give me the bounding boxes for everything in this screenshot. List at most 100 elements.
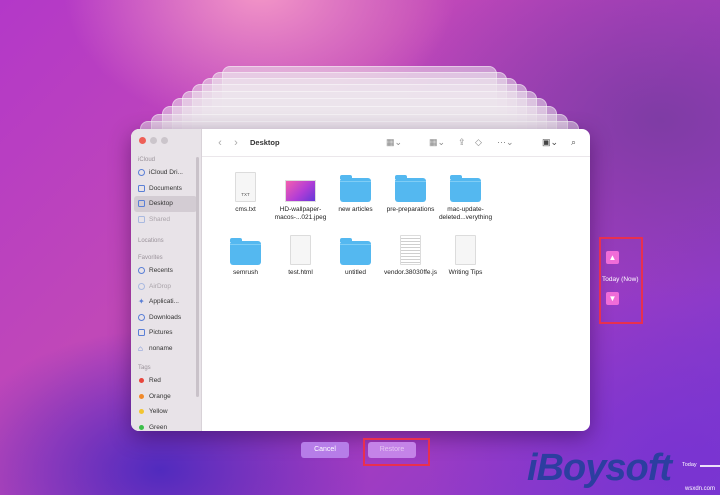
file-item[interactable]: Writing Tips [438,228,493,277]
finder-toolbar: ‹ › Desktop ▦⌄ ▦⌄ ⇪ ◇ ⋯⌄ ▣⌄ ⌕ [202,129,590,157]
tag-icon[interactable]: ◇ [475,137,482,148]
window-controls [131,137,201,149]
file-name: semrush [233,269,258,276]
file-name: vendor.38030ffe.js [383,269,437,276]
minimize-button[interactable] [150,137,157,144]
sidebar-item-label: Recents [149,267,173,275]
text-file-icon: TXT [235,172,256,202]
sidebar-heading-icloud: iCloud [138,157,156,163]
applications-icon: ✦ [138,297,145,307]
folder-icon [450,175,481,202]
download-icon [138,313,145,321]
file-item[interactable]: TXT cms.txt [218,165,273,222]
brand-logo: iBoysoft [527,447,672,489]
file-name: mac-update-deleted...verything [438,206,493,221]
file-item[interactable]: untitled [328,228,383,277]
current-snapshot-label: Today (Now) [602,276,639,283]
airdrop-icon [138,282,145,290]
sidebar-tag-green[interactable]: Green [131,420,197,432]
cancel-button[interactable]: Cancel [301,442,349,458]
home-icon: ⌂ [138,343,143,353]
back-icon[interactable]: ‹ [212,137,228,149]
file-name: Writing Tips [448,269,483,276]
finder-main: ‹ › Desktop ▦⌄ ▦⌄ ⇪ ◇ ⋯⌄ ▣⌄ ⌕ TXT cms.tx… [202,129,590,431]
file-item[interactable]: mac-update-deleted...verything [438,165,493,222]
file-item[interactable]: test.html [273,228,328,277]
file-name: HD-wallpaper-macos-...021.jpeg [274,206,327,221]
sidebar-tag-orange[interactable]: Orange [131,389,197,405]
finder-sidebar: iCloud iCloud Dri... Documents Desktop S… [131,129,202,431]
sidebar-item-label: Applicati... [149,298,179,306]
sidebar-heading-tags: Tags [138,365,151,371]
document-file-icon [455,235,476,265]
sidebar-scrollbar[interactable] [196,157,199,397]
sidebar-heading-locations[interactable]: Locations [131,236,201,246]
sidebar-item-recents[interactable]: Recents [131,263,197,279]
sidebar-item-label: Orange [149,392,171,400]
image-file-icon [285,180,316,202]
restore-button[interactable]: Restore [368,442,416,458]
sidebar-item-downloads[interactable]: Downloads [131,310,197,326]
window-title: Desktop [250,138,280,147]
sidebar-item-label: iCloud Dri... [149,169,183,177]
sidebar-item-label: AirDrop [149,282,172,290]
sidebar-item-label: Yellow [149,408,168,416]
sidebar-heading-favorites: Favorites [138,255,163,261]
file-item[interactable]: HD-wallpaper-macos-...021.jpeg [273,165,328,222]
file-name: test.html [288,269,313,276]
file-name: pre-preparations [386,206,435,213]
sidebar-tag-red[interactable]: Red [131,373,197,389]
file-name: cms.txt [235,206,256,213]
forward-icon[interactable]: › [228,137,244,149]
file-grid: TXT cms.txt HD-wallpaper-macos-...021.jp… [202,157,590,277]
file-item[interactable]: semrush [218,228,273,277]
preview-pane-icon[interactable]: ▣⌄ [542,137,558,148]
chevron-up-icon[interactable]: ▲ [606,251,619,264]
file-badge: TXT [241,192,250,197]
sidebar-item-label: Desktop [149,200,173,208]
tag-dot-icon [139,409,144,415]
search-icon[interactable]: ⌕ [571,137,576,148]
js-file-icon [400,235,421,265]
tag-dot-icon [139,378,144,384]
sidebar-item-pictures[interactable]: Pictures [131,325,197,341]
sidebar-item-icloud-drive[interactable]: iCloud Dri... [131,165,197,181]
sidebar-item-home[interactable]: ⌂ noname [131,341,197,357]
finder-window: iCloud iCloud Dri... Documents Desktop S… [131,129,590,431]
tag-dot-icon [139,393,144,399]
sidebar-item-airdrop[interactable]: AirDrop [131,279,197,295]
timeline-label[interactable]: Today [682,462,697,468]
group-icon[interactable]: ▦⌄ [429,137,445,148]
clock-icon [138,267,145,275]
close-button[interactable] [139,137,146,144]
folder-icon [340,175,371,202]
share-icon[interactable]: ⇪ [458,137,466,148]
pictures-icon [138,329,145,337]
icon-view-icon[interactable]: ▦⌄ [386,137,402,148]
sidebar-item-label: noname [149,344,173,352]
watermark: wsxdn.com [685,486,716,492]
sidebar-item-desktop[interactable]: Desktop [134,196,197,212]
sidebar-item-shared[interactable]: Shared [131,212,197,228]
folder-icon [395,175,426,202]
file-name: untitled [345,269,366,276]
file-item[interactable]: pre-preparations [383,165,438,222]
file-item[interactable]: new articles [328,165,383,222]
sidebar-item-label: Shared [149,215,170,223]
desktop-icon [138,200,145,208]
sidebar-item-documents[interactable]: Documents [131,181,197,197]
shared-folder-icon [138,215,145,223]
file-item[interactable]: vendor.38030ffe.js [383,228,438,277]
html-file-icon [290,235,311,265]
tag-dot-icon [139,424,144,430]
sidebar-item-label: Documents [149,184,182,192]
sidebar-tag-yellow[interactable]: Yellow [131,404,197,420]
cloud-icon [138,169,145,177]
zoom-button[interactable] [161,137,168,144]
more-options-icon[interactable]: ⋯⌄ [497,137,514,148]
sidebar-item-label: Green [149,423,168,431]
sidebar-item-applications[interactable]: ✦ Applicati... [131,294,197,310]
sidebar-item-label: Pictures [149,329,173,337]
chevron-down-icon[interactable]: ▼ [606,292,619,305]
timeline-marker[interactable] [700,465,720,467]
